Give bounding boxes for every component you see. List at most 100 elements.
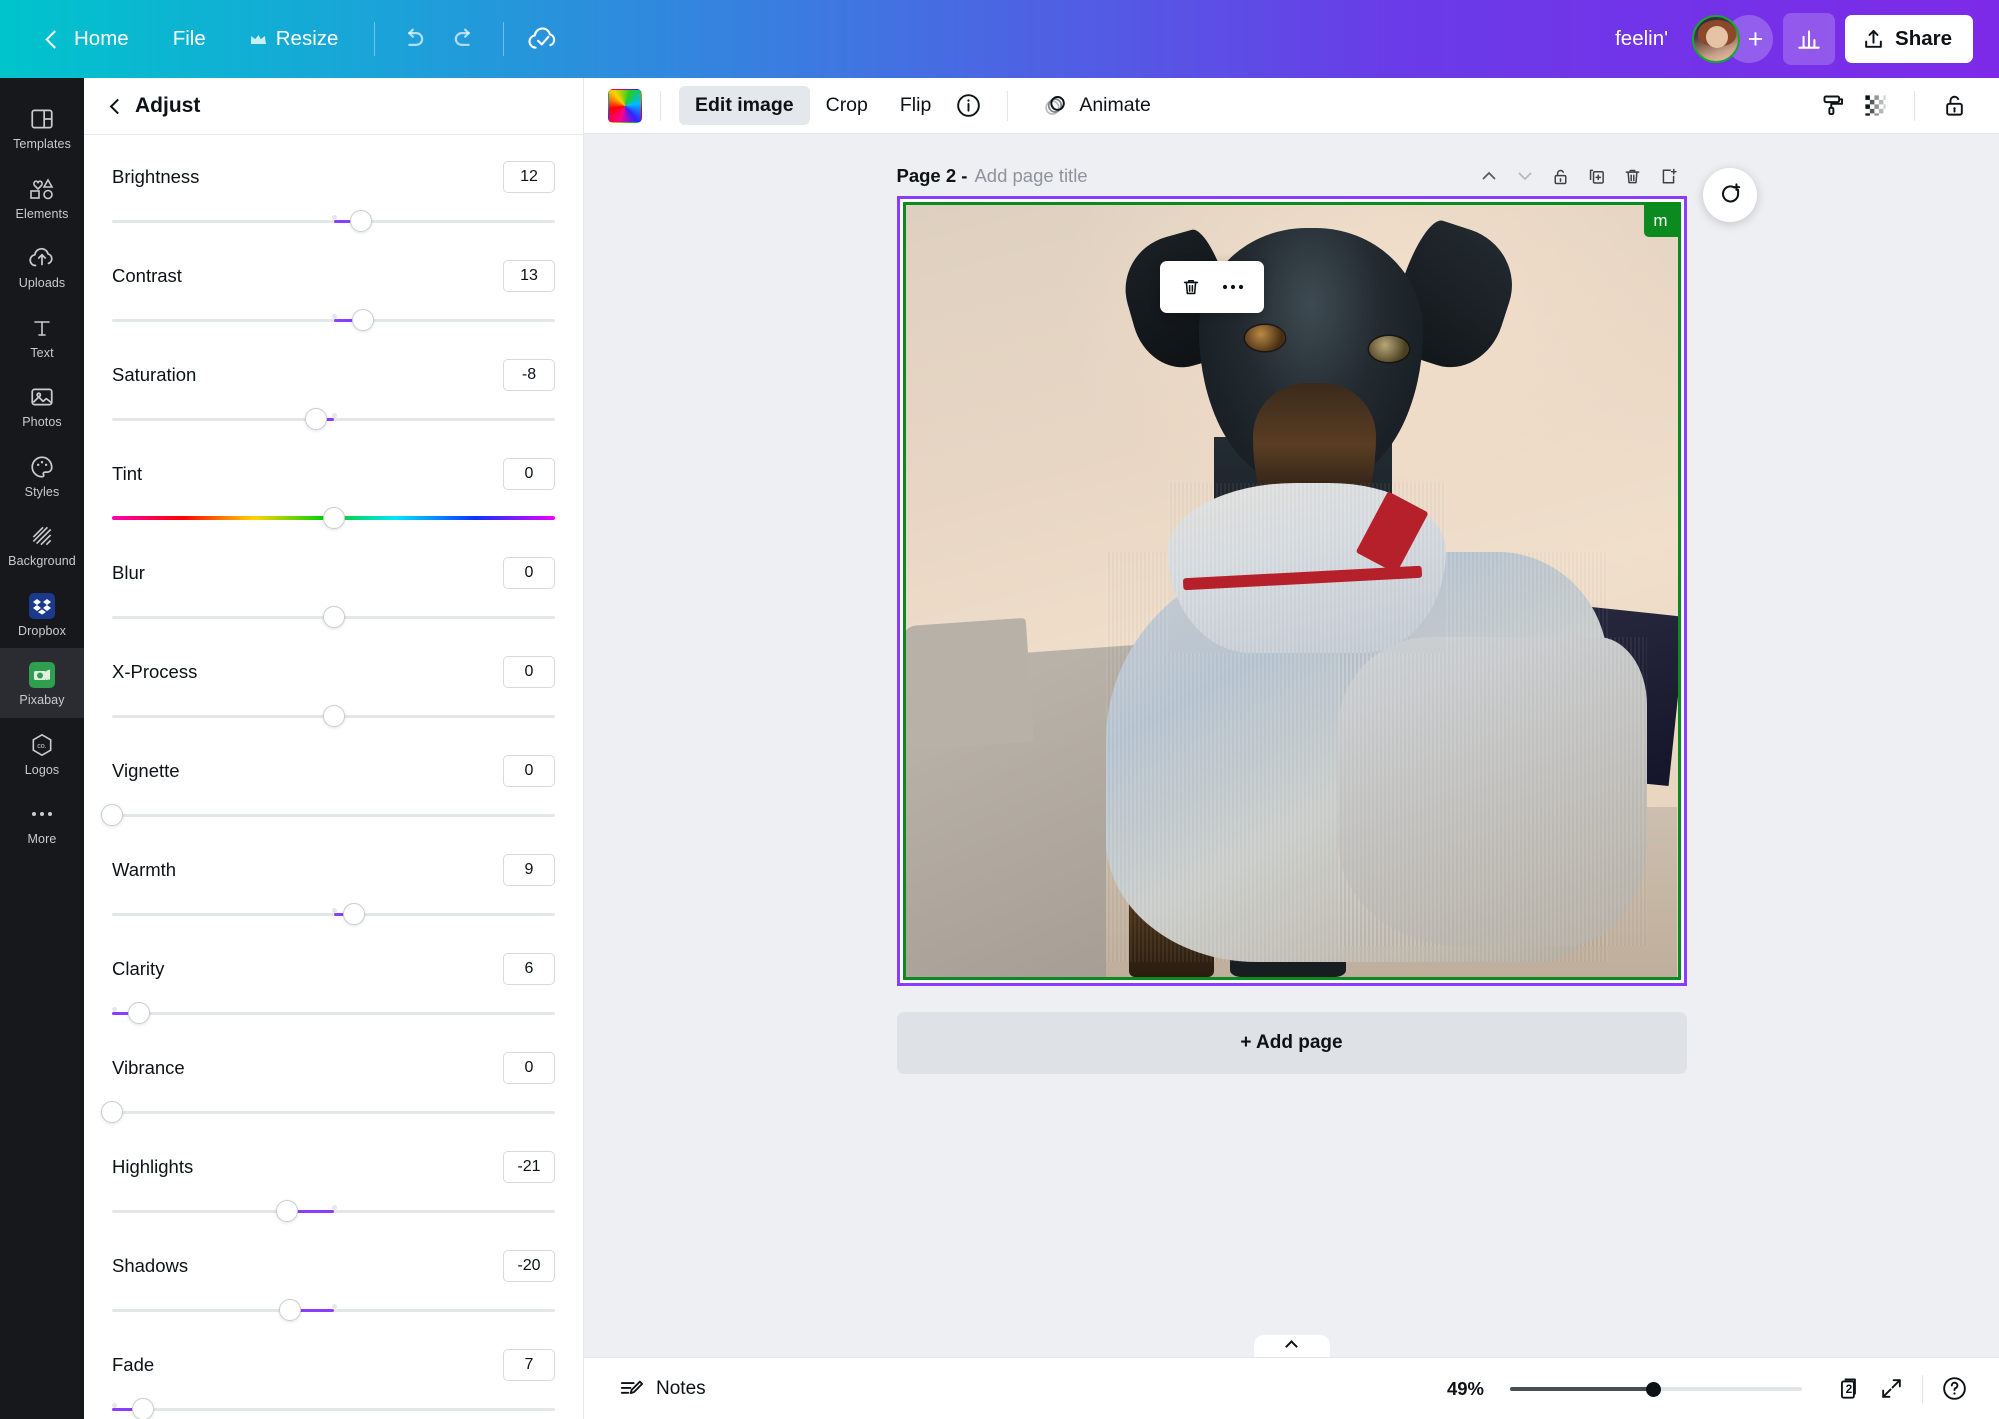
help-button[interactable] xyxy=(1933,1368,1975,1410)
selected-image-element[interactable]: m xyxy=(902,202,1681,980)
slider-value-input[interactable]: 0 xyxy=(503,557,555,589)
add-page-after-button[interactable] xyxy=(1651,158,1687,194)
slider-row-saturation[interactable]: Saturation -8 xyxy=(112,359,555,430)
animate-button[interactable]: Animate xyxy=(1026,84,1167,127)
slider-track-wrap[interactable] xyxy=(112,408,555,430)
slider-handle[interactable] xyxy=(101,804,123,826)
slider-track-wrap[interactable] xyxy=(112,1299,555,1321)
slider-track-wrap[interactable] xyxy=(101,1101,555,1123)
slider-row-fade[interactable]: Fade 7 xyxy=(112,1349,555,1419)
slider-value-input[interactable]: 9 xyxy=(503,854,555,886)
slider-handle[interactable] xyxy=(349,210,372,232)
tab-flip[interactable]: Flip xyxy=(884,86,947,125)
sidebar-item-photos[interactable]: Photos xyxy=(0,370,84,440)
slider-handle[interactable] xyxy=(305,408,328,430)
slider-handle[interactable] xyxy=(127,1002,150,1024)
slider-handle[interactable] xyxy=(323,507,345,529)
more-options-button[interactable] xyxy=(1214,268,1252,306)
slider-track-wrap[interactable] xyxy=(112,1200,555,1222)
slider-value-input[interactable]: -21 xyxy=(503,1151,555,1183)
home-button[interactable]: Home xyxy=(26,18,151,60)
tab-crop[interactable]: Crop xyxy=(810,86,884,125)
saved-to-cloud-button[interactable] xyxy=(518,14,568,64)
sidebar-item-pixabay[interactable]: Pixabay xyxy=(0,648,84,718)
slider-handle[interactable] xyxy=(323,606,345,628)
slider-value-input[interactable]: 13 xyxy=(503,260,555,292)
slider-track-wrap[interactable] xyxy=(112,903,555,925)
tab-edit-image[interactable]: Edit image xyxy=(679,86,810,125)
slider-row-warmth[interactable]: Warmth 9 xyxy=(112,854,555,925)
slider-row-contrast[interactable]: Contrast 13 xyxy=(112,260,555,331)
sidebar-item-logos[interactable]: co. Logos xyxy=(0,718,84,788)
collapse-panel-button[interactable] xyxy=(1253,1335,1330,1357)
slider-track-wrap[interactable] xyxy=(112,1002,555,1024)
slider-handle[interactable] xyxy=(276,1200,299,1222)
sidebar-item-text[interactable]: Text xyxy=(0,301,84,371)
lock-page-button[interactable] xyxy=(1543,158,1579,194)
delete-element-button[interactable] xyxy=(1172,268,1210,306)
slider-handle[interactable] xyxy=(278,1299,301,1321)
slider-row-brightness[interactable]: Brightness 12 xyxy=(112,161,555,232)
slider-row-blur[interactable]: Blur 0 xyxy=(112,557,555,628)
slider-row-vignette[interactable]: Vignette 0 xyxy=(101,755,555,826)
share-button[interactable]: Share xyxy=(1845,15,1973,63)
sidebar-item-elements[interactable]: Elements xyxy=(0,162,84,232)
insights-button[interactable] xyxy=(1783,13,1836,65)
slider-row-highlights[interactable]: Highlights -21 xyxy=(112,1151,555,1222)
resize-button[interactable]: Resize xyxy=(228,18,361,60)
fullscreen-button[interactable] xyxy=(1870,1368,1912,1410)
sidebar-item-templates[interactable]: Templates xyxy=(0,92,84,162)
zoom-slider-handle[interactable] xyxy=(1645,1381,1661,1397)
slider-row-clarity[interactable]: Clarity 6 xyxy=(112,953,555,1024)
undo-button[interactable] xyxy=(389,14,439,64)
add-comment-button[interactable] xyxy=(1702,168,1757,222)
document-title[interactable]: feelin' xyxy=(1601,19,1682,59)
slider-track-wrap[interactable] xyxy=(112,606,555,628)
move-page-down-button[interactable] xyxy=(1507,158,1543,194)
adjust-sliders-list[interactable]: Brightness 12 Contrast 13 Saturation -8 Tint 0 B… xyxy=(84,135,583,1419)
sidebar-item-dropbox[interactable]: Dropbox xyxy=(0,579,84,649)
slider-row-shadows[interactable]: Shadows -20 xyxy=(112,1250,555,1321)
slider-track-wrap[interactable] xyxy=(112,507,555,529)
slider-value-input[interactable]: -8 xyxy=(503,359,555,391)
slider-value-input[interactable]: 0 xyxy=(503,1052,555,1084)
lock-button[interactable] xyxy=(1933,85,1975,127)
slider-track-wrap[interactable] xyxy=(112,309,555,331)
slider-value-input[interactable]: 12 xyxy=(503,161,555,193)
slider-value-input[interactable]: 7 xyxy=(503,1349,555,1381)
slider-handle[interactable] xyxy=(132,1398,155,1419)
slider-track-wrap[interactable] xyxy=(101,804,555,826)
copy-style-button[interactable] xyxy=(1812,85,1854,127)
color-rainbow-swatch[interactable] xyxy=(608,88,642,123)
zoom-slider[interactable] xyxy=(1510,1379,1802,1399)
page-title-input[interactable]: Add page title xyxy=(974,165,1087,187)
sidebar-item-uploads[interactable]: Uploads xyxy=(0,231,84,301)
sidebar-item-more[interactable]: More xyxy=(0,787,84,857)
slider-handle[interactable] xyxy=(342,903,365,925)
slider-value-input[interactable]: 0 xyxy=(503,458,555,490)
canvas-scroll-area[interactable]: Page 2 - Add page title m + Add page xyxy=(584,134,1999,1357)
chevron-left-icon[interactable] xyxy=(109,98,126,114)
page-canvas[interactable]: m xyxy=(896,196,1687,986)
slider-handle[interactable] xyxy=(351,309,374,331)
move-page-up-button[interactable] xyxy=(1471,158,1507,194)
slider-row-vibrance[interactable]: Vibrance 0 xyxy=(101,1052,555,1123)
delete-page-button[interactable] xyxy=(1615,158,1651,194)
slider-track-wrap[interactable] xyxy=(112,705,555,727)
slider-row-tint[interactable]: Tint 0 xyxy=(112,458,555,529)
slider-track-wrap[interactable] xyxy=(112,1398,555,1419)
slider-handle[interactable] xyxy=(323,705,345,727)
file-menu-button[interactable]: File xyxy=(151,18,228,60)
slider-track-wrap[interactable] xyxy=(112,210,555,232)
sidebar-item-background[interactable]: Background xyxy=(0,509,84,579)
slider-value-input[interactable]: -20 xyxy=(503,1250,555,1282)
avatar[interactable] xyxy=(1692,15,1741,63)
duplicate-page-button[interactable] xyxy=(1579,158,1615,194)
transparency-button[interactable] xyxy=(1854,85,1896,127)
add-page-button[interactable]: + Add page xyxy=(896,1012,1687,1074)
slider-handle[interactable] xyxy=(101,1101,123,1123)
slider-value-input[interactable]: 0 xyxy=(503,656,555,688)
notes-button[interactable]: Notes xyxy=(608,1369,716,1409)
page-manager-button[interactable]: 2 xyxy=(1828,1368,1870,1410)
image-info-button[interactable] xyxy=(947,85,989,127)
